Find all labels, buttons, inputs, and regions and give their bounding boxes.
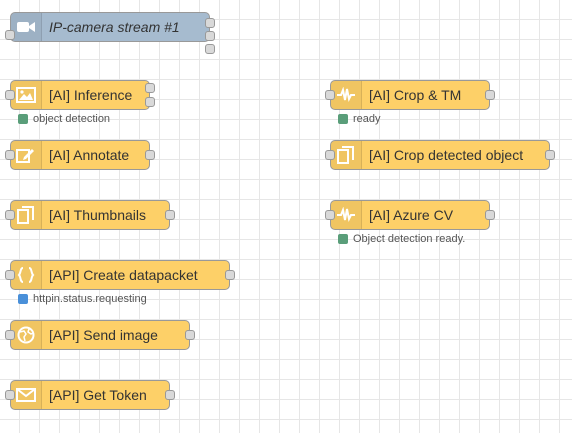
status-text: object detection — [33, 113, 111, 125]
input-port[interactable] — [5, 210, 15, 220]
node-status: object detection — [18, 112, 110, 126]
input-port[interactable] — [5, 270, 15, 280]
copy-icon — [331, 141, 362, 169]
output-port[interactable] — [185, 330, 195, 340]
input-port[interactable] — [325, 90, 335, 100]
input-port[interactable] — [5, 390, 15, 400]
node-label: [AI] Crop & TM — [369, 87, 462, 103]
input-port[interactable] — [5, 30, 15, 40]
output-port[interactable] — [165, 390, 175, 400]
status-dot — [338, 114, 348, 124]
status-dot — [338, 234, 348, 244]
copy-icon — [11, 201, 42, 229]
node-ai-crop-detected-object[interactable]: [AI] Crop detected object — [330, 140, 550, 170]
node-label: [AI] Crop detected object — [369, 147, 524, 163]
node-ai-thumbnails[interactable]: [AI] Thumbnails — [10, 200, 170, 230]
node-label: [AI] Annotate — [49, 147, 130, 163]
node-ip-camera-stream[interactable]: IP-camera stream #1 — [10, 12, 210, 42]
node-api-send-image[interactable]: [API] Send image — [10, 320, 190, 350]
output-port[interactable] — [205, 44, 215, 54]
node-api-create-datapacket[interactable]: [API] Create datapacket — [10, 260, 230, 290]
input-port[interactable] — [325, 150, 335, 160]
curly-braces-icon — [11, 261, 42, 289]
input-port[interactable] — [5, 90, 15, 100]
input-port[interactable] — [325, 210, 335, 220]
output-port[interactable] — [205, 18, 215, 28]
node-label: [API] Create datapacket — [49, 267, 198, 283]
node-status: httpin.status.requesting — [18, 292, 147, 306]
output-port[interactable] — [145, 97, 155, 107]
node-ai-annotate[interactable]: [AI] Annotate — [10, 140, 150, 170]
status-dot — [18, 294, 28, 304]
globe-icon — [11, 321, 42, 349]
input-port[interactable] — [5, 150, 15, 160]
output-port[interactable] — [485, 210, 495, 220]
envelope-icon — [11, 381, 42, 409]
waveform-icon — [331, 201, 362, 229]
output-port[interactable] — [545, 150, 555, 160]
node-ai-crop-tm[interactable]: [AI] Crop & TM — [330, 80, 490, 110]
flow-canvas[interactable]: IP-camera stream #1 [AI] Inference objec… — [0, 0, 572, 433]
edit-icon — [11, 141, 42, 169]
node-label: [API] Get Token — [49, 387, 147, 403]
input-port[interactable] — [5, 330, 15, 340]
node-api-get-token[interactable]: [API] Get Token — [10, 380, 170, 410]
output-port[interactable] — [205, 31, 215, 41]
node-ai-inference[interactable]: [AI] Inference — [10, 80, 150, 110]
status-text: ready — [353, 113, 381, 125]
video-camera-icon — [11, 13, 42, 41]
waveform-icon — [331, 81, 362, 109]
image-icon — [11, 81, 42, 109]
output-port[interactable] — [485, 90, 495, 100]
node-label: IP-camera stream #1 — [49, 19, 180, 35]
node-label: [AI] Thumbnails — [49, 207, 147, 223]
output-port[interactable] — [145, 83, 155, 93]
status-dot — [18, 114, 28, 124]
status-text: Object detection ready. — [353, 233, 466, 245]
node-label: [API] Send image — [49, 327, 158, 343]
output-port[interactable] — [165, 210, 175, 220]
node-status: ready — [338, 112, 381, 126]
status-text: httpin.status.requesting — [33, 293, 147, 305]
node-label: [AI] Inference — [49, 87, 133, 103]
output-port[interactable] — [145, 150, 155, 160]
node-label: [AI] Azure CV — [369, 207, 454, 223]
node-status: Object detection ready. — [338, 232, 465, 246]
output-port[interactable] — [225, 270, 235, 280]
node-ai-azure-cv[interactable]: [AI] Azure CV — [330, 200, 490, 230]
